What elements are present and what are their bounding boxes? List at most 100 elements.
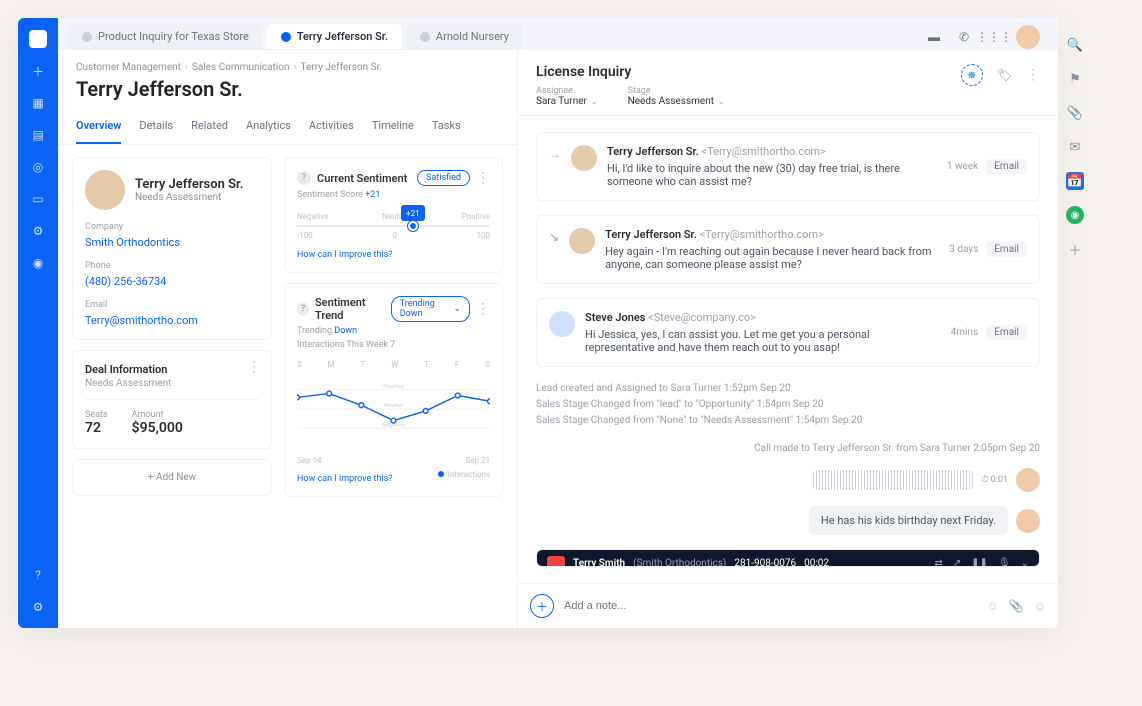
subtab-details[interactable]: Details [139,113,173,144]
utility-rail: 🔍 ⚑ 📎 ✉ 📅 ◉ ＋ [1060,36,1090,258]
subtab-timeline[interactable]: Timeline [372,113,414,144]
app-sidebar: ＋ ▦ ▤ ◎ ▭ ⚙ ◉ ? ⚙ [18,18,58,628]
nav-settings-icon[interactable]: ⚙ [29,598,47,616]
call-bar: Terry Smith (Smith Orthodontics) 281-908… [537,550,1039,567]
breadcrumb-item[interactable]: Sales Communication [192,62,290,73]
tick-mid: 0 [392,231,397,240]
stage-select[interactable]: Needs Assessment⌄ [628,96,725,107]
calendar-icon[interactable]: 📅 [1066,172,1084,190]
voice-duration: ⏱ 0:01 [981,475,1008,485]
shuffle-icon[interactable]: ⇄ [934,558,942,568]
mic-icon[interactable]: 🎙 [998,558,1011,568]
subtab-activities[interactable]: Activities [309,113,354,144]
hangouts-icon[interactable]: ◉ [1066,206,1084,224]
sentiment-trend-card: ? Sentiment Trend Trending Down ⌄ ⋮ Tren… [284,283,503,497]
attachment-icon[interactable]: 📎 [1066,104,1084,122]
deal-card: ⋮ Deal Information Needs Assessment Seat… [72,350,272,449]
xaxis-start: Sep 14 [297,456,321,465]
message-channel-tag: Email [986,242,1027,257]
subtab-related[interactable]: Related [191,113,228,144]
more-icon[interactable]: ⋮ [247,359,261,375]
subtab-overview[interactable]: Overview [76,113,121,144]
assignee-label: Assignee [536,86,598,96]
nav-globe-icon[interactable]: ◉ [29,254,47,272]
nav-briefcase-icon[interactable]: ▭ [29,190,47,208]
legend-interactions: Interactions [438,470,490,479]
topbar-phone-icon[interactable]: ✆ [956,29,972,45]
add-new-button[interactable]: + Add New [72,459,272,496]
improve-link[interactable]: How can I improve this? [297,250,490,260]
message-when: 3 days [949,244,978,255]
topbar-apps-icon[interactable]: ⋮⋮⋮ [986,29,1002,45]
topbar-avatar[interactable] [1016,25,1040,49]
message-text: Hi, I'd like to inquire about the new (3… [607,162,937,188]
transfer-icon[interactable]: ↗ [953,558,961,568]
breadcrumb-sep: › [294,62,297,73]
message-item[interactable]: Steve Jones <Steve@company.co> Hi Jessic… [536,298,1040,367]
nav-dashboard-icon[interactable]: ▦ [29,94,47,112]
tab-dot-icon [420,32,430,42]
voice-waveform[interactable] [813,470,973,490]
amount-value: $95,000 [132,420,183,436]
tag-icon[interactable]: 🏷 [997,68,1012,82]
app-logo [29,30,47,48]
nav-plus-icon[interactable]: ＋ [29,62,47,80]
tick-max: 100 [476,231,490,240]
trend-sub: Trending Down [297,326,490,336]
topbar-chat-icon[interactable]: ▬ [926,29,942,45]
chevron-down-icon[interactable]: ⌄ [1021,558,1029,568]
more-icon[interactable]: ⋮ [476,170,490,186]
nav-gear-icon[interactable]: ⚙ [29,222,47,240]
nav-help-icon[interactable]: ? [29,566,47,584]
avatar [1016,509,1040,533]
email-value[interactable]: Terry@smithortho.com [85,314,259,327]
improve-link[interactable]: How can I improve this? [297,474,393,484]
emoji-icon[interactable]: ☺ [987,599,999,613]
sentiment-dot [408,221,418,231]
contact-stage: Needs Assessment [135,192,243,203]
avatar [569,228,595,254]
rail-plus-icon[interactable]: ＋ [1066,240,1084,258]
tab-arnold-nursery[interactable]: Arnold Nursery [406,24,523,49]
thread-panel: License Inquiry Assignee Sara Turner⌄ St… [518,50,1058,628]
emoji2-icon[interactable]: ☺ [1034,599,1046,613]
message-item[interactable]: → Terry Jefferson Sr. <Terry@smithortho.… [536,132,1040,201]
stage-label: Stage [628,86,725,96]
trend-badge[interactable]: Trending Down ⌄ [391,296,470,322]
note-input[interactable] [564,600,977,612]
more-icon[interactable]: ⋮ [476,301,490,317]
flag-icon[interactable]: ⚑ [1066,70,1084,88]
nav-user-icon[interactable]: ◎ [29,158,47,176]
breadcrumb: Customer Management › Sales Communicatio… [58,50,517,73]
search-icon[interactable]: 🔍 [1066,36,1084,54]
scale-negative: Negative [297,212,328,221]
tab-product-inquiry[interactable]: Product Inquiry for Texas Store [68,24,263,49]
add-note-button[interactable]: ＋ [530,594,554,618]
tab-terry-jefferson[interactable]: Terry Jefferson Sr. [267,24,402,49]
subtab-tasks[interactable]: Tasks [432,113,461,144]
breadcrumb-item[interactable]: Customer Management [76,62,181,73]
attach-icon[interactable]: 📎 [1009,599,1024,613]
call-timer: 00:02 [804,558,829,568]
phone-value[interactable]: (480) 256-36734 [85,275,259,288]
subtab-analytics[interactable]: Analytics [246,113,291,144]
call-number: 281-908-0076 [734,558,796,568]
help-icon[interactable]: ? [297,171,311,185]
more-icon[interactable]: ⋮ [1026,67,1040,83]
company-value[interactable]: Smith Orthodontics [85,236,259,249]
hangup-icon[interactable] [547,556,565,567]
tick-min: -100 [297,231,313,240]
breadcrumb-item[interactable]: Terry Jefferson Sr. [301,62,382,73]
pause-icon[interactable]: ❚❚ [971,558,988,568]
message-item[interactable]: ↘ Terry Jefferson Sr. <Terry@smithortho.… [536,215,1040,284]
xaxis-end: Sep 21 [466,456,490,465]
current-sentiment-card: ? Current Sentiment Satisfied ⋮ Sentimen… [284,157,503,273]
activity-events: Lead created and Assigned to Sara Turner… [536,381,1040,429]
mail-icon[interactable]: ✉ [1066,138,1084,156]
help-icon[interactable]: ? [297,302,309,316]
assignee-select[interactable]: Sara Turner⌄ [536,96,598,107]
nav-document-icon[interactable]: ▤ [29,126,47,144]
target-icon[interactable]: ✵ [961,64,983,86]
sentiment-trend-chart: S M T W T F S [297,360,490,460]
subtab-bar: Overview Details Related Analytics Activ… [58,107,517,145]
